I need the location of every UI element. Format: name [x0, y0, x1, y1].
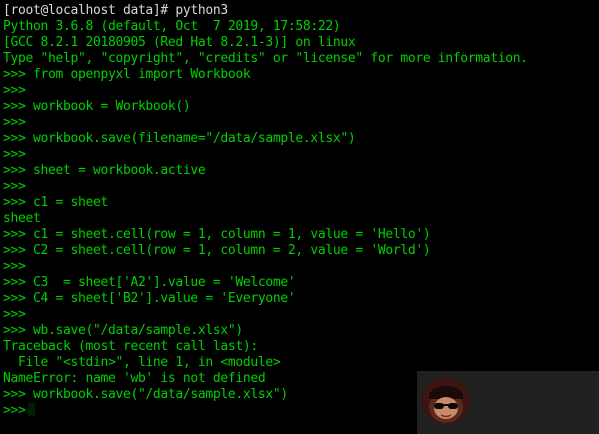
terminal-line: >>> workbook = Workbook(): [3, 99, 191, 114]
terminal-line: >>>: [3, 179, 26, 194]
terminal-line: >>> c1 = sheet.cell(row = 1, column = 1,…: [3, 227, 431, 242]
terminal-line: >>> c1 = sheet: [3, 195, 108, 210]
terminal-line: >>> from openpyxl import Workbook: [3, 67, 251, 82]
terminal-line: [GCC 8.2.1 20180905 (Red Hat 8.2.1-3)] o…: [3, 35, 356, 50]
sunglasses-avatar-icon: [422, 377, 470, 425]
terminal-line: >>> C3 = sheet['A2'].value = 'Welcome': [3, 275, 296, 290]
terminal-line: sheet: [3, 211, 41, 226]
terminal-line: Python 3.6.8 (default, Oct 7 2019, 17:58…: [3, 19, 341, 34]
terminal-line: Type "help", "copyright", "credits" or "…: [3, 51, 528, 66]
terminal-line: >>> wb.save("/data/sample.xlsx"): [3, 323, 243, 338]
terminal-line: >>>: [3, 259, 26, 274]
terminal-line: Traceback (most recent call last):: [3, 339, 258, 354]
terminal-line: File "<stdin>", line 1, in <module>: [3, 355, 281, 370]
terminal-line: >>> sheet = workbook.active: [3, 163, 206, 178]
terminal-window[interactable]: [root@localhost data]# python3 Python 3.…: [0, 0, 599, 434]
terminal-line: >>> C4 = sheet['B2'].value = 'Everyone': [3, 291, 296, 306]
terminal-line: >>>: [3, 115, 26, 130]
terminal-line: >>> workbook.save(filename="/data/sample…: [3, 131, 356, 146]
terminal-line: >>>: [3, 307, 26, 322]
terminal-line: >>>: [3, 147, 26, 162]
terminal-line: >>>: [3, 83, 26, 98]
text-cursor: [27, 403, 35, 416]
terminal-line: [root@localhost data]# python3: [3, 3, 228, 18]
terminal-line: >>> C2 = sheet.cell(row = 1, column = 2,…: [3, 243, 431, 258]
prompt-text: >>>: [3, 403, 26, 418]
